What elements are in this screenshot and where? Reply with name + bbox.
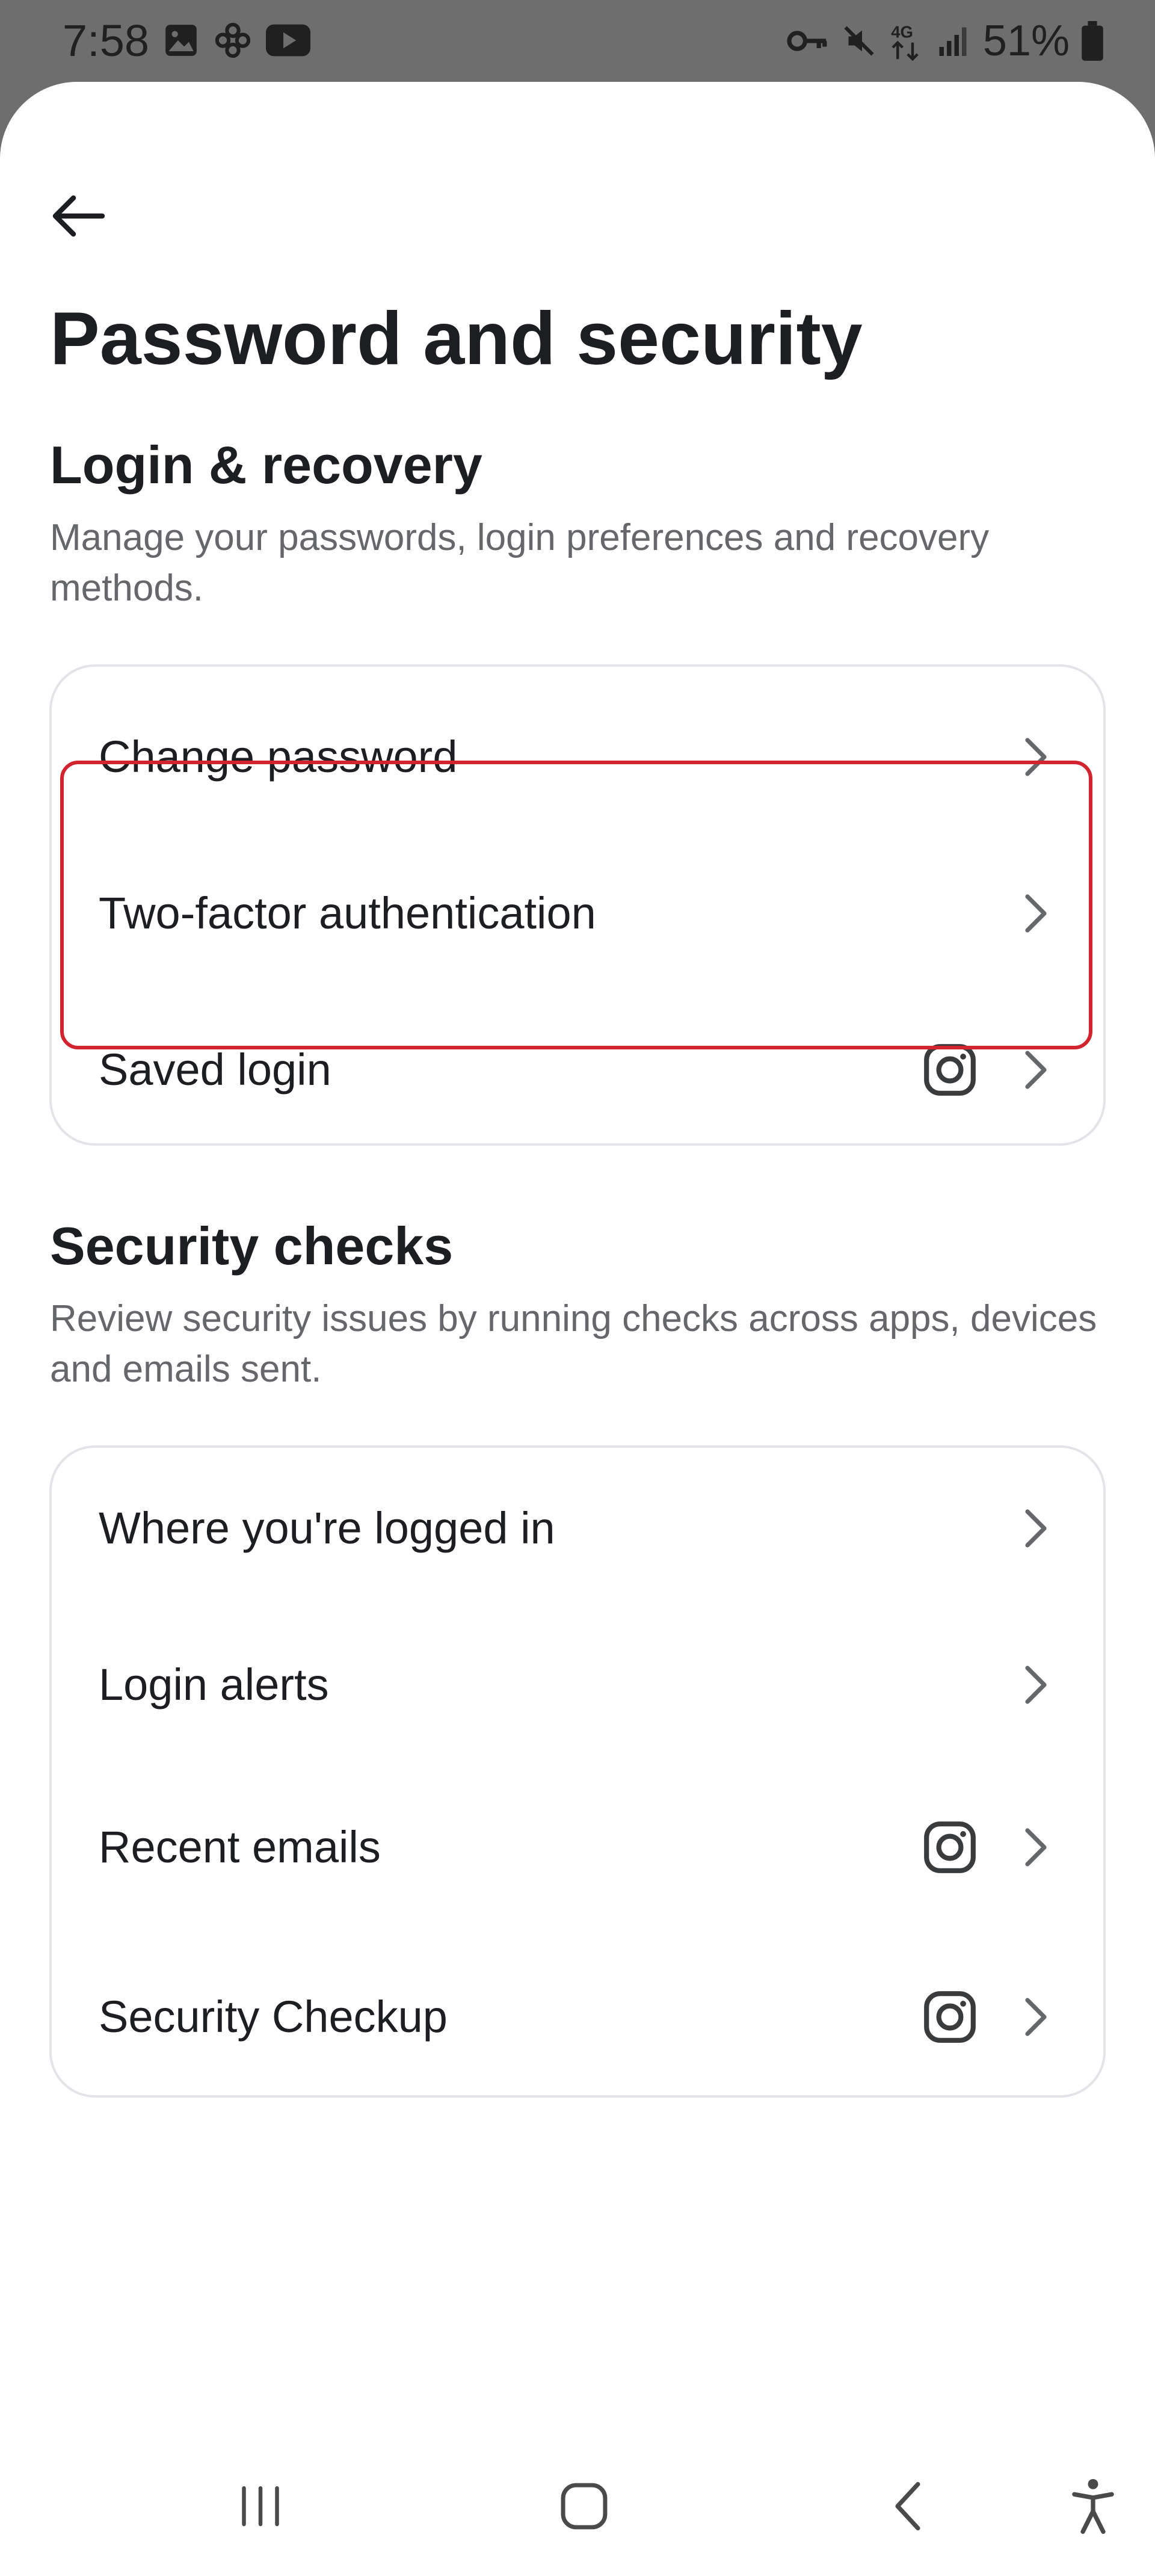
accessibility-button[interactable] (1048, 2467, 1138, 2545)
list-item-label: Where you're logged in (99, 1503, 555, 1553)
page-title: Password and security (50, 297, 863, 380)
home-button[interactable] (539, 2467, 629, 2545)
back-arrow-icon (52, 195, 105, 237)
vpn-key-icon (787, 31, 827, 51)
section-title-security-checks: Security checks (50, 1216, 454, 1276)
chevron-right-icon (1025, 1998, 1047, 2036)
system-back-button[interactable] (863, 2467, 953, 2545)
instagram-icon (924, 1991, 976, 2043)
recent-apps-icon (242, 2486, 279, 2527)
settings-sheet: Password and security Login & recovery M… (0, 82, 1155, 2576)
status-system-icons: 4G 51% (786, 12, 1103, 70)
list-item-label: Security Checkup (99, 1992, 448, 2042)
list-item-label: Saved login (99, 1045, 331, 1095)
accessibility-icon (1072, 2479, 1114, 2534)
section-title-login-recovery: Login & recovery (50, 435, 482, 495)
list-item-label: Login alerts (99, 1660, 329, 1710)
instagram-icon (924, 1821, 976, 1873)
chevron-right-icon (1025, 1509, 1047, 1548)
list-item-label: Two-factor authentication (99, 888, 596, 938)
network-4g-icon: 4G (891, 23, 919, 61)
list-item-change-password[interactable]: Change password (52, 679, 1103, 835)
section-description-security-checks: Review security issues by running checks… (50, 1298, 1097, 1390)
chevron-right-icon (1025, 1666, 1047, 1704)
system-nav-bar (0, 2443, 1155, 2576)
pinwheel-icon (215, 22, 251, 58)
signal-icon (939, 27, 967, 56)
gallery-icon (165, 25, 197, 56)
youtube-icon (266, 24, 310, 57)
status-bar: 7:58 4G 51% (0, 0, 1155, 82)
list-item-login-alerts[interactable]: Login alerts (52, 1607, 1103, 1763)
list-item-saved-login[interactable]: Saved login (52, 992, 1103, 1148)
list-item-where-logged-in[interactable]: Where you're logged in (52, 1450, 1103, 1607)
chevron-right-icon (1025, 738, 1047, 776)
mute-icon (844, 26, 874, 56)
chevron-right-icon (1025, 1828, 1047, 1867)
list-item-two-factor-authentication[interactable]: Two-factor authentication (52, 835, 1103, 992)
chevron-right-icon (1025, 1051, 1047, 1089)
home-icon (561, 2483, 608, 2530)
chevron-right-icon (1025, 894, 1047, 933)
back-button[interactable] (42, 180, 114, 252)
recent-apps-button[interactable] (215, 2467, 306, 2545)
back-icon (895, 2482, 920, 2531)
status-notification-icons (162, 20, 310, 60)
list-item-label: Change password (99, 732, 458, 782)
section-description-login-recovery: Manage your passwords, login preferences… (50, 517, 990, 609)
status-time: 7:58 (63, 16, 150, 66)
security-checks-card: Where you're logged in Login alerts Rece… (49, 1445, 1106, 2098)
login-recovery-card: Change password Two-factor authenticatio… (49, 664, 1106, 1146)
battery-percentage: 51% (982, 17, 1070, 65)
instagram-icon (924, 1044, 976, 1096)
list-item-recent-emails[interactable]: Recent emails (52, 1769, 1103, 1926)
list-item-label: Recent emails (99, 1822, 381, 1872)
battery-icon (1082, 21, 1103, 61)
list-item-security-checkup[interactable]: Security Checkup (52, 1939, 1103, 2095)
svg-text:4G: 4G (891, 23, 913, 42)
